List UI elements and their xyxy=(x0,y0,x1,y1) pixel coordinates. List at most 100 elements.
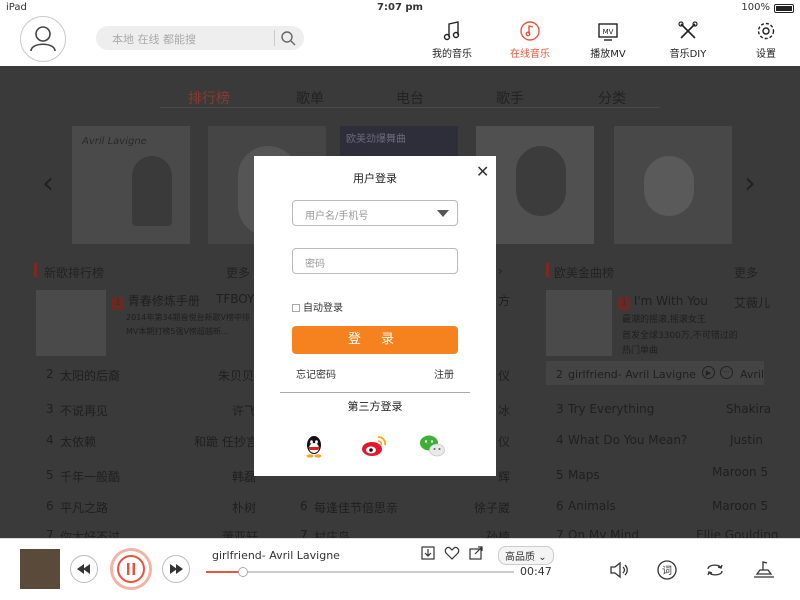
rank-badge: 1 xyxy=(112,297,124,310)
song-title[interactable]: 太阳的后裔 xyxy=(60,367,120,384)
song-artist: 许飞 xyxy=(232,404,257,418)
song-title[interactable]: 太依赖 xyxy=(60,433,96,450)
now-playing-title: girlfriend- Avril Lavigne xyxy=(212,549,340,562)
nav-online-music-label: 在线音乐 xyxy=(510,49,550,60)
song-title[interactable]: 不说再见 xyxy=(60,402,108,419)
tab-ranking[interactable]: 排行榜 xyxy=(188,88,230,108)
now-playing-cover[interactable] xyxy=(20,549,60,589)
heart-icon[interactable] xyxy=(444,545,460,561)
more-link-new-songs[interactable]: 更多 xyxy=(226,264,250,281)
progress-handle[interactable] xyxy=(237,567,248,577)
battery-percent: 100% xyxy=(741,2,770,13)
list-item[interactable]: 1 I'm With You xyxy=(618,294,708,310)
song-artist: 仪 xyxy=(498,435,511,449)
checkbox-box[interactable] xyxy=(292,304,300,312)
player-bar: girlfriend- Avril Lavigne 高品质 ⌄ 00:47 词 xyxy=(0,538,800,600)
nav-my-music-label: 我的音乐 xyxy=(432,49,472,60)
cover-figure xyxy=(132,156,172,226)
nav-settings[interactable]: 设置 xyxy=(736,20,796,64)
close-icon[interactable]: ✕ xyxy=(476,162,489,181)
tab-singer[interactable]: 歌手 xyxy=(496,88,524,108)
nav-online-music[interactable]: 在线音乐 xyxy=(500,20,560,64)
download-icon[interactable] xyxy=(420,545,436,561)
song-title[interactable]: girlfriend- Avril Lavigne xyxy=(568,368,696,381)
rank-badge: 1 xyxy=(618,297,630,310)
rank-number: 5 xyxy=(46,468,54,482)
lyrics-icon[interactable]: 词 xyxy=(656,559,678,581)
more-link-western-hits[interactable]: 更多 xyxy=(734,264,758,281)
rank-number: 7 xyxy=(300,528,308,538)
weibo-icon[interactable] xyxy=(360,432,388,460)
volume-icon[interactable] xyxy=(608,559,630,581)
nav-play-mv[interactable]: MV 播放MV xyxy=(578,20,638,64)
chart-thumb[interactable] xyxy=(36,290,106,356)
progress-bar[interactable] xyxy=(206,567,514,577)
prev-button[interactable] xyxy=(70,555,98,583)
search-input[interactable]: 本地 在线 都能搜 xyxy=(96,26,304,50)
third-party-title: 第三方登录 xyxy=(347,400,403,413)
more-options-icon[interactable]: ··· xyxy=(720,366,733,379)
list-item[interactable]: 1 青春修炼手册 xyxy=(112,292,200,310)
pause-icon xyxy=(117,555,145,583)
svg-text:MV: MV xyxy=(603,28,614,36)
playlist-icon[interactable] xyxy=(752,559,776,581)
section-title-western-hits: 欧美金曲榜 xyxy=(554,266,615,280)
carousel-cover[interactable]: Avril Lavigne xyxy=(72,126,190,244)
nav-my-music[interactable]: 我的音乐 xyxy=(422,20,482,64)
carousel-cover[interactable] xyxy=(614,126,732,244)
song-title[interactable]: 千年一般酷 xyxy=(60,468,120,485)
quality-select[interactable]: 高品质 ⌄ xyxy=(498,546,554,565)
login-button[interactable]: 登 录 xyxy=(292,326,458,354)
search-placeholder: 本地 在线 都能搜 xyxy=(112,33,196,46)
nav-music-diy[interactable]: 音乐DIY xyxy=(658,20,718,64)
tab-playlist[interactable]: 歌单 xyxy=(296,88,324,108)
carousel-prev-icon[interactable]: ‹ xyxy=(42,166,54,201)
song-title[interactable]: 村庄鸟 xyxy=(314,528,350,538)
rank-number: 7 xyxy=(556,528,564,538)
password-field[interactable]: 密码 xyxy=(292,248,458,274)
song-title[interactable]: 你太好不过 xyxy=(60,528,120,538)
song-title[interactable]: 平凡之路 xyxy=(60,499,108,516)
pause-button[interactable] xyxy=(110,548,152,590)
song-title[interactable]: Maps xyxy=(568,468,600,482)
song-title[interactable]: Animals xyxy=(568,499,616,513)
more-arrow-icon[interactable]: › xyxy=(498,264,503,278)
next-button[interactable] xyxy=(162,555,190,583)
user-icon xyxy=(30,26,56,52)
song-title[interactable]: Try Everything xyxy=(568,402,654,416)
rank-number: 2 xyxy=(556,368,563,381)
song-artist: Maroon 5 xyxy=(712,499,769,513)
forgot-password-link[interactable]: 忘记密码 xyxy=(296,366,336,381)
chevron-down-icon[interactable] xyxy=(437,210,449,217)
rank-number: 6 xyxy=(556,499,564,513)
song-title[interactable]: On My Mind xyxy=(568,528,639,538)
qq-icon[interactable] xyxy=(300,432,328,460)
tab-category[interactable]: 分类 xyxy=(598,88,626,108)
song-desc: 热门单曲 xyxy=(622,346,659,356)
carousel-next-icon[interactable]: › xyxy=(744,166,756,201)
tab-radio[interactable]: 电台 xyxy=(396,88,424,108)
search-icon[interactable] xyxy=(280,30,296,46)
auto-login-label: 自动登录 xyxy=(303,303,343,314)
song-artist: 朴树 xyxy=(232,501,257,515)
divider xyxy=(280,392,470,393)
next-icon xyxy=(170,564,183,574)
song-title[interactable]: 每逢佳节倍思亲 xyxy=(314,499,398,516)
auto-login-checkbox[interactable]: 自动登录 xyxy=(292,299,343,314)
song-artist: 和跪 任抄言 xyxy=(194,435,258,449)
wechat-icon[interactable] xyxy=(418,432,446,460)
song-title[interactable]: What Do You Mean? xyxy=(568,433,687,447)
avatar[interactable] xyxy=(20,16,66,62)
cover-text: Avril Lavigne xyxy=(82,136,147,147)
rank-number: 3 xyxy=(556,402,564,416)
register-link[interactable]: 注册 xyxy=(434,366,454,381)
username-field[interactable]: 用户名/手机号 xyxy=(292,200,458,226)
svg-text:词: 词 xyxy=(662,565,672,577)
rank-number: 2 xyxy=(46,367,54,381)
previous-icon xyxy=(77,564,90,574)
chart-thumb[interactable] xyxy=(546,290,612,356)
share-icon[interactable] xyxy=(468,545,484,561)
play-icon[interactable]: ▶ xyxy=(702,366,715,379)
repeat-icon[interactable] xyxy=(704,559,726,581)
rank-number: 7 xyxy=(46,528,54,538)
